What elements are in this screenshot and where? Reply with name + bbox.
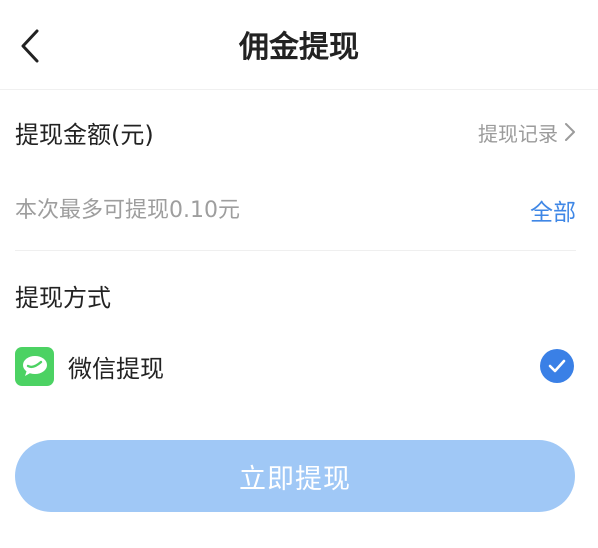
withdraw-record-link[interactable]: 提现记录 xyxy=(478,118,576,147)
amount-input[interactable] xyxy=(15,197,435,223)
method-option-wechat[interactable]: 微信提现 xyxy=(15,342,574,390)
method-title: 提现方式 xyxy=(15,284,111,312)
amount-label: 提现金额(元) xyxy=(15,120,154,149)
method-option-left: 微信提现 xyxy=(15,346,164,386)
withdraw-all-button[interactable]: 全部 xyxy=(530,193,576,227)
amount-input-row: 全部 xyxy=(15,188,576,232)
wechat-icon xyxy=(15,346,54,386)
method-option-label: 微信提现 xyxy=(68,354,164,383)
check-icon xyxy=(540,349,574,383)
withdraw-page: 佣金提现 提现金额(元) 提现记录 全部 提现方式 微信提现 xyxy=(0,0,598,548)
withdraw-record-label: 提现记录 xyxy=(478,121,558,146)
page-title: 佣金提现 xyxy=(239,30,359,65)
divider xyxy=(15,250,576,251)
header: 佣金提现 xyxy=(0,0,598,90)
withdraw-now-button[interactable]: 立即提现 xyxy=(15,440,575,512)
chevron-right-icon xyxy=(565,123,575,141)
amount-label-row: 提现金额(元) 提现记录 xyxy=(15,110,576,154)
